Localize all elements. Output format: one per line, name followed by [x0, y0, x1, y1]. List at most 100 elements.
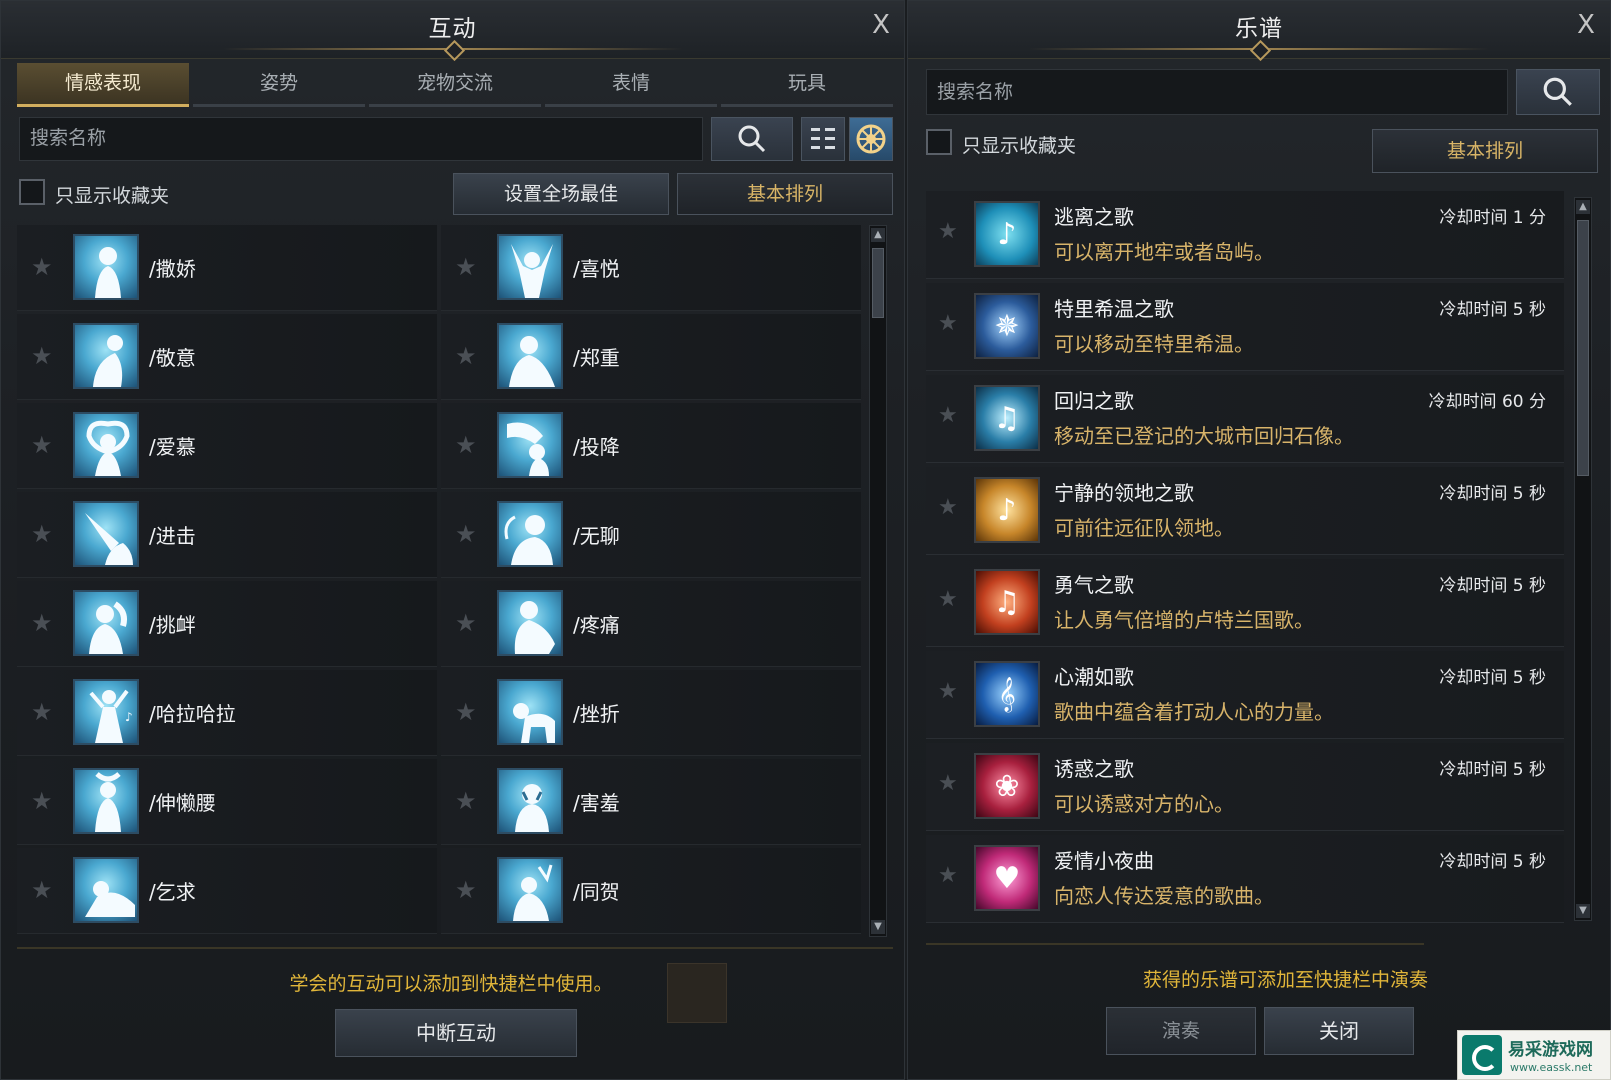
scroll-down-icon[interactable]: ▼ — [1576, 904, 1590, 918]
emote-figure-icon: ♪ — [73, 679, 139, 745]
favorite-star-icon[interactable]: ★ — [31, 342, 53, 370]
emote-item[interactable]: ★ /敬意 — [17, 314, 437, 400]
wheel-view-button[interactable] — [849, 117, 893, 161]
tab-emotion[interactable]: 情感表现 — [17, 63, 189, 107]
emote-item[interactable]: ★ /无聊 — [441, 492, 861, 578]
tab-expression[interactable]: 表情 — [545, 63, 717, 107]
scroll-thumb[interactable] — [1577, 220, 1589, 476]
tab-toy[interactable]: 玩具 — [721, 63, 893, 107]
score-close-button[interactable]: X — [1568, 7, 1604, 43]
emote-item[interactable]: ★ ♪ /哈拉哈拉 — [17, 670, 437, 756]
score-favorites-label: 只显示收藏夹 — [962, 135, 1077, 157]
song-title: 爱情小夜曲 — [1054, 849, 1154, 873]
song-item[interactable]: ★ ✵ 特里希温之歌 可以移动至特里希温。 冷却时间 5 秒 — [926, 283, 1564, 371]
song-title: 宁静的领地之歌 — [1054, 481, 1194, 505]
interaction-sort-button[interactable]: 基本排列 — [677, 173, 893, 215]
emote-item[interactable]: ★ /投降 — [441, 403, 861, 489]
sword-note-icon: ♫ — [974, 569, 1040, 635]
interaction-search-button[interactable] — [711, 117, 793, 161]
favorite-star-icon[interactable]: ★ — [938, 219, 958, 244]
favorite-star-icon[interactable]: ★ — [31, 253, 53, 281]
emote-item[interactable]: ★ /乞求 — [17, 848, 437, 934]
interaction-search-input[interactable]: 搜索名称 — [19, 117, 703, 161]
magic-circle-icon: ✵ — [974, 293, 1040, 359]
scroll-thumb[interactable] — [872, 248, 884, 318]
favorite-star-icon[interactable]: ★ — [938, 587, 958, 612]
favorite-star-icon[interactable]: ★ — [938, 311, 958, 336]
emote-item[interactable]: ★ /挫折 — [441, 670, 861, 756]
song-description: 可前往远征队领地。 — [1054, 516, 1234, 540]
favorite-star-icon[interactable]: ★ — [455, 342, 477, 370]
favorite-star-icon[interactable]: ★ — [455, 876, 477, 904]
favorite-star-icon[interactable]: ★ — [938, 495, 958, 520]
emote-figure-icon — [497, 323, 563, 389]
score-sort-button[interactable]: 基本排列 — [1372, 129, 1598, 173]
emote-item[interactable]: ★ /疼痛 — [441, 581, 861, 667]
song-list: ★ ♪ 逃离之歌 可以离开地牢或者岛屿。 冷却时间 1 分 ★ ✵ 特里希温之歌… — [926, 191, 1564, 923]
emote-label: /喜悦 — [573, 257, 620, 281]
favorite-star-icon[interactable]: ★ — [31, 520, 53, 548]
interaction-favorites-checkbox[interactable] — [19, 179, 45, 205]
emote-item[interactable]: ★ /害羞 — [441, 759, 861, 845]
song-scrollbar[interactable]: ▲ ▼ — [1574, 197, 1592, 921]
tab-pose[interactable]: 姿势 — [193, 63, 365, 107]
scroll-up-icon[interactable]: ▲ — [871, 228, 885, 242]
score-search-button[interactable] — [1516, 69, 1600, 115]
song-cooldown: 冷却时间 5 秒 — [1439, 852, 1546, 872]
emote-item[interactable]: ★ /郑重 — [441, 314, 861, 400]
song-description: 让人勇气倍增的卢特兰国歌。 — [1054, 608, 1314, 632]
song-item[interactable]: ★ ♫ 勇气之歌 让人勇气倍增的卢特兰国歌。 冷却时间 5 秒 — [926, 559, 1564, 647]
scroll-down-icon[interactable]: ▼ — [871, 920, 885, 934]
interaction-tabs: 情感表现 姿势 宠物交流 表情 玩具 — [17, 63, 897, 107]
emote-item[interactable]: ★ /喜悦 — [441, 225, 861, 311]
score-footer-note: 获得的乐谱可添加至快捷栏中演奏 — [1142, 969, 1428, 991]
favorite-star-icon[interactable]: ★ — [455, 787, 477, 815]
running-icon: ♪ — [974, 201, 1040, 267]
favorite-star-icon[interactable]: ★ — [938, 403, 958, 428]
favorite-star-icon[interactable]: ★ — [31, 609, 53, 637]
favorite-star-icon[interactable]: ★ — [31, 431, 53, 459]
score-search-input[interactable]: 搜索名称 — [926, 69, 1508, 115]
favorite-star-icon[interactable]: ★ — [455, 698, 477, 726]
song-item[interactable]: ★ 𝄞 心潮如歌 歌曲中蕴含着打动人心的力量。 冷却时间 5 秒 — [926, 651, 1564, 739]
emote-item[interactable]: ★ /伸懒腰 — [17, 759, 437, 845]
site-watermark-url: www.eassk.net — [1510, 1061, 1593, 1074]
emote-label: /哈拉哈拉 — [149, 702, 236, 726]
song-item[interactable]: ★ ♫ 回归之歌 移动至已登记的大城市回归石像。 冷却时间 60 分 — [926, 375, 1564, 463]
favorite-star-icon[interactable]: ★ — [31, 876, 53, 904]
favorite-star-icon[interactable]: ★ — [31, 787, 53, 815]
song-item[interactable]: ★ ❀ 诱惑之歌 可以诱惑对方的心。 冷却时间 5 秒 — [926, 743, 1564, 831]
song-item[interactable]: ★ ♥ 爱情小夜曲 向恋人传达爱意的歌曲。 冷却时间 5 秒 — [926, 835, 1564, 923]
favorite-star-icon[interactable]: ★ — [938, 771, 958, 796]
favorite-star-icon[interactable]: ★ — [455, 609, 477, 637]
favorite-star-icon[interactable]: ★ — [455, 431, 477, 459]
emote-item[interactable]: ★ /挑衅 — [17, 581, 437, 667]
emote-scrollbar[interactable]: ▲ ▼ — [869, 225, 887, 937]
song-item[interactable]: ★ ♪ 逃离之歌 可以离开地牢或者岛屿。 冷却时间 1 分 — [926, 191, 1564, 279]
scroll-up-icon[interactable]: ▲ — [1576, 200, 1590, 214]
song-description: 可以移动至特里希温。 — [1054, 332, 1254, 356]
interaction-close-button[interactable]: X — [863, 7, 899, 43]
stop-interaction-button[interactable]: 中断互动 — [335, 1009, 577, 1057]
emote-item[interactable]: ★ /撒娇 — [17, 225, 437, 311]
list-view-button[interactable] — [801, 117, 845, 161]
score-favorites-checkbox[interactable] — [926, 129, 952, 155]
emote-figure-icon — [73, 323, 139, 389]
favorite-star-icon[interactable]: ★ — [455, 253, 477, 281]
emote-item[interactable]: ★ /同贺 — [441, 848, 861, 934]
tab-pet[interactable]: 宠物交流 — [369, 63, 541, 107]
favorite-star-icon[interactable]: ★ — [938, 863, 958, 888]
favorite-star-icon[interactable]: ★ — [31, 698, 53, 726]
score-close-bottom-button[interactable]: 关闭 — [1264, 1007, 1414, 1055]
emote-item[interactable]: ★ /爱慕 — [17, 403, 437, 489]
treble-clef-icon: 𝄞 — [974, 661, 1040, 727]
footer-divider — [926, 943, 1424, 945]
favorite-star-icon[interactable]: ★ — [455, 520, 477, 548]
set-best-button[interactable]: 设置全场最佳 — [453, 173, 669, 215]
emote-label: /乞求 — [149, 880, 196, 904]
favorite-star-icon[interactable]: ★ — [938, 679, 958, 704]
play-button[interactable]: 演奏 — [1106, 1007, 1256, 1055]
emote-item[interactable]: ★ /进击 — [17, 492, 437, 578]
song-item[interactable]: ★ ♪ 宁静的领地之歌 可前往远征队领地。 冷却时间 5 秒 — [926, 467, 1564, 555]
search-icon — [1543, 77, 1572, 106]
